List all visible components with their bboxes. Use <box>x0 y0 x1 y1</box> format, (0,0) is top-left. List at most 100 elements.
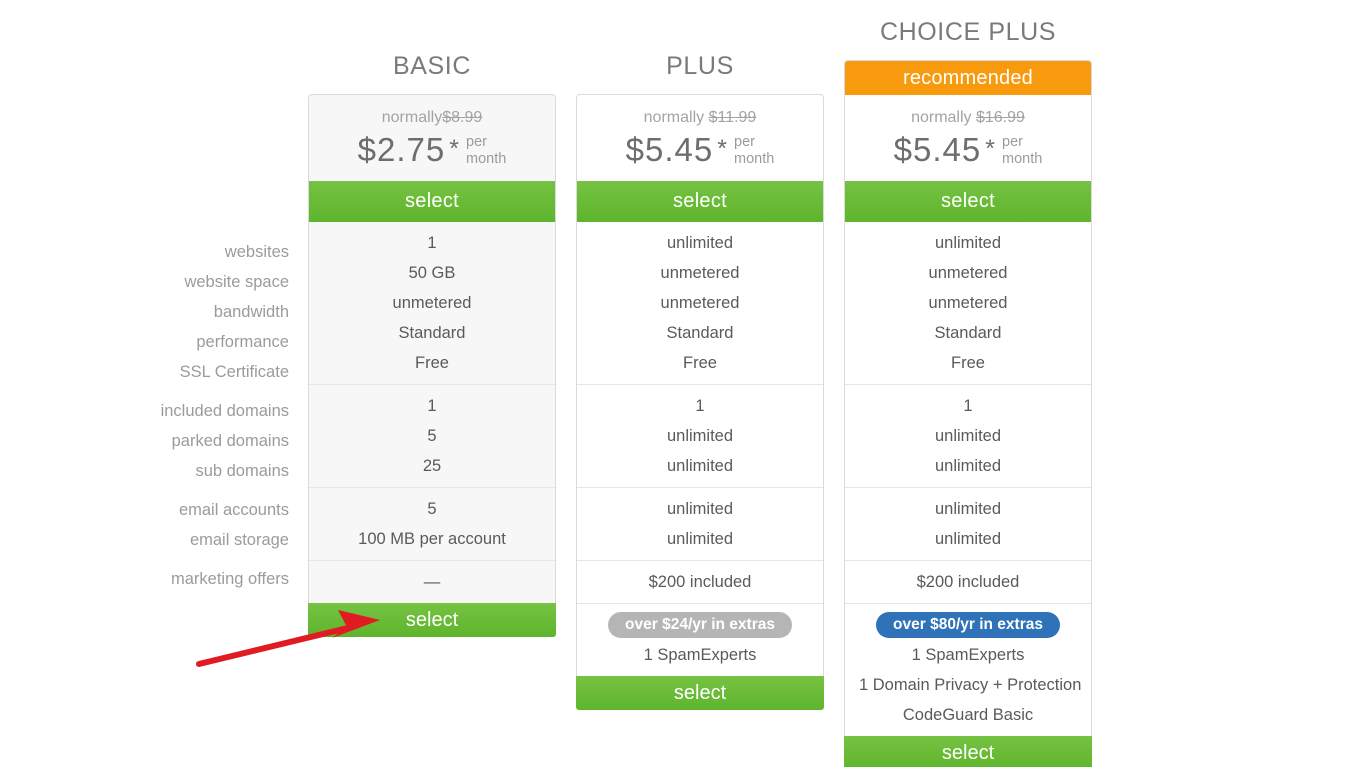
per-label-choice-plus: per <box>1002 134 1023 150</box>
price-period-choice-plus: per month <box>995 131 1042 168</box>
label-divider-1 <box>0 387 289 396</box>
value-marketing-offers-plus: $200 included <box>648 573 752 591</box>
plan-card-header-basic: normally$8.99 $2.75 * per month select <box>308 94 556 222</box>
plan-title-basic: BASIC <box>392 52 472 80</box>
select-button-top-basic[interactable]: select <box>309 181 555 222</box>
value-parked-domains-basic: 5 <box>427 427 437 445</box>
month-label-basic: month <box>466 151 507 167</box>
value-email-storage-basic: 100 MB per account <box>358 530 506 548</box>
normally-prefix-choice-plus: normally <box>911 109 972 126</box>
label-group-email: email accounts email storage <box>0 495 289 555</box>
label-website-space: website space <box>184 273 289 291</box>
price-period-basic: per month <box>459 131 506 168</box>
normally-struck-price-choice-plus: $16.99 <box>975 109 1025 126</box>
feature-group-email-basic: 5 100 MB per account <box>309 487 555 560</box>
value-parked-domains-plus: unlimited <box>666 427 734 445</box>
label-divider-2 <box>0 486 289 495</box>
value-ssl-certificate-choice-plus: Free <box>951 354 985 372</box>
select-button-top-plus[interactable]: select <box>577 181 823 222</box>
label-included-domains: included domains <box>160 402 289 420</box>
value-included-domains-plus: 1 <box>695 397 705 415</box>
month-label-choice-plus: month <box>1002 151 1043 167</box>
normally-prefix-plus: normally <box>643 109 705 126</box>
normally-struck-price-basic: $8.99 <box>442 109 483 126</box>
price-box-plus: normally $11.99 $5.45 * per month <box>577 95 823 181</box>
value-email-accounts-choice-plus: unlimited <box>934 500 1002 518</box>
select-button-bottom-plus[interactable]: select <box>576 676 824 710</box>
label-bandwidth: bandwidth <box>213 303 289 321</box>
label-email-accounts: email accounts <box>178 501 289 519</box>
value-ssl-certificate-basic: Free <box>415 354 449 372</box>
plan-column-basic: BASIC normally$8.99 $2.75 * per month se… <box>308 54 556 637</box>
feature-group-hosting-basic: 1 50 GB unmetered Standard Free <box>309 222 555 384</box>
value-bandwidth-basic: unmetered <box>392 294 472 312</box>
value-marketing-offers-choice-plus: $200 included <box>916 573 1020 591</box>
normally-prefix-basic: normally <box>381 109 443 126</box>
select-button-bottom-choice-plus[interactable]: select <box>844 736 1092 767</box>
extra-item-choice-plus-1: 1 Domain Privacy + Protection <box>859 676 1082 694</box>
value-website-space-choice-plus: unmetered <box>928 264 1008 282</box>
extra-item-plus-0: 1 SpamExperts <box>643 646 757 664</box>
value-sub-domains-choice-plus: unlimited <box>934 457 1002 475</box>
label-group-marketing: marketing offers <box>0 564 289 594</box>
label-group-domains: included domains parked domains sub doma… <box>0 396 289 486</box>
per-label-basic: per <box>466 134 487 150</box>
value-website-space-basic: 50 GB <box>408 264 456 282</box>
value-parked-domains-choice-plus: unlimited <box>934 427 1002 445</box>
value-websites-choice-plus: unlimited <box>934 234 1002 252</box>
value-email-accounts-basic: 5 <box>427 500 437 518</box>
extras-badge-row-plus: over $24/yr in extras <box>591 610 809 640</box>
extra-item-choice-plus-0: 1 SpamExperts <box>911 646 1025 664</box>
per-label-plus: per <box>734 134 755 150</box>
value-email-accounts-plus: unlimited <box>666 500 734 518</box>
price-box-choice-plus: normally $16.99 $5.45 * per month <box>845 95 1091 181</box>
extras-badge-choice-plus: over $80/yr in extras <box>876 612 1060 638</box>
value-performance-basic: Standard <box>398 324 466 342</box>
normally-price-basic: normally$8.99 <box>309 108 555 128</box>
value-included-domains-basic: 1 <box>427 397 437 415</box>
price-basic: $2.75 <box>357 131 446 168</box>
value-ssl-certificate-plus: Free <box>683 354 717 372</box>
feature-group-extras-choice-plus: over $80/yr in extras 1 SpamExperts 1 Do… <box>845 603 1091 736</box>
plan-title-plus: PLUS <box>666 52 734 80</box>
label-sub-domains: sub domains <box>195 462 289 480</box>
feature-group-extras-plus: over $24/yr in extras 1 SpamExperts <box>577 603 823 676</box>
extra-item-choice-plus-2: CodeGuard Basic <box>902 706 1034 724</box>
feature-group-hosting-choice-plus: unlimited unmetered unmetered Standard F… <box>845 222 1091 384</box>
label-group-hosting: websites website space bandwidth perform… <box>0 237 289 387</box>
value-email-storage-plus: unlimited <box>666 530 734 548</box>
feature-group-email-plus: unlimited unlimited <box>577 487 823 560</box>
value-sub-domains-basic: 25 <box>422 457 442 475</box>
label-websites: websites <box>224 243 289 261</box>
plan-column-choice-plus: CHOICE PLUS recommended normally $16.99 … <box>844 20 1092 767</box>
price-asterisk-plus: * <box>717 135 727 163</box>
value-marketing-offers-basic: — <box>423 573 441 591</box>
label-parked-domains: parked domains <box>171 432 289 450</box>
feature-group-marketing-basic: — <box>309 560 555 603</box>
value-bandwidth-plus: unmetered <box>660 294 740 312</box>
price-period-plus: per month <box>727 131 774 168</box>
select-button-top-choice-plus[interactable]: select <box>845 181 1091 222</box>
value-included-domains-choice-plus: 1 <box>963 397 973 415</box>
feature-group-email-choice-plus: unlimited unlimited <box>845 487 1091 560</box>
label-marketing-offers: marketing offers <box>171 570 289 588</box>
plan-column-plus: PLUS normally $11.99 $5.45 * per month s… <box>576 54 824 710</box>
recommended-ribbon: recommended <box>845 61 1091 95</box>
value-bandwidth-choice-plus: unmetered <box>928 294 1008 312</box>
price-line-basic: $2.75 * per month <box>309 128 555 169</box>
price-box-basic: normally$8.99 $2.75 * per month <box>309 95 555 181</box>
select-button-bottom-basic[interactable]: select <box>308 603 556 637</box>
feature-group-hosting-plus: unlimited unmetered unmetered Standard F… <box>577 222 823 384</box>
price-asterisk-choice-plus: * <box>985 135 995 163</box>
feature-group-domains-choice-plus: 1 unlimited unlimited <box>845 384 1091 487</box>
normally-struck-price-plus: $11.99 <box>708 109 757 126</box>
normally-price-plus: normally $11.99 <box>577 108 823 128</box>
feature-group-domains-plus: 1 unlimited unlimited <box>577 384 823 487</box>
price-choice-plus: $5.45 <box>893 131 982 168</box>
feature-list-basic: 1 50 GB unmetered Standard Free 1 5 25 5… <box>308 222 556 603</box>
label-ssl-certificate: SSL Certificate <box>179 363 289 381</box>
label-email-storage: email storage <box>189 531 289 549</box>
label-performance: performance <box>196 333 289 351</box>
plan-card-header-plus: normally $11.99 $5.45 * per month select <box>576 94 824 222</box>
extras-badge-row-choice-plus: over $80/yr in extras <box>859 610 1077 640</box>
